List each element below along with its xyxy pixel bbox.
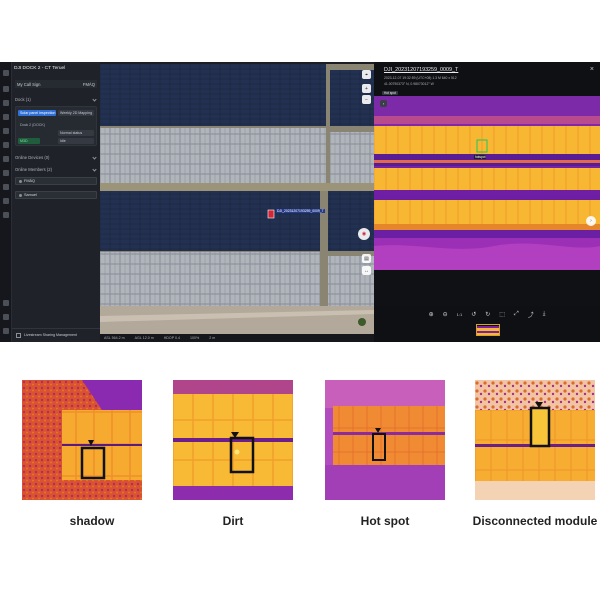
avatar [19,193,22,197]
hotspot-label: hotspot [474,155,487,159]
thermal-viewer: DJI_20231207193259_0009_T 2023-12-07 19:… [374,62,600,342]
sidebar: DJI DOCK 2 - CT Teruel My Call Sign FMÁQ… [12,62,100,342]
thermal-image[interactable]: hotspot ‹ › [374,96,600,306]
target-icon[interactable]: ◉ [358,228,370,240]
rotate-right-icon[interactable]: ↻ [485,311,490,318]
call-sign-row[interactable]: My Call Sign FMÁQ [15,80,97,88]
records-icon[interactable] [3,170,9,176]
online-members-header[interactable]: Online Members (2) [15,166,97,173]
device-icon[interactable] [3,128,9,134]
layers-icon[interactable] [3,212,9,218]
dock-section-header[interactable]: Dock (1) [15,96,97,103]
next-icon[interactable]: › [586,216,596,226]
thermal-toolbar: ⊕ ⊖ 1:1 ↺ ↻ ⬚ ⤢ ⤴ ⤓ [374,308,600,320]
flight-icon[interactable] [3,156,9,162]
call-sign-label: My Call Sign [17,81,41,87]
status-zoom: 100% [190,336,200,340]
thermal-meta-1: 2023-12-07 19:32:59 (UTC+08) 1.3 M 640 x… [384,76,457,80]
hotspot-thermal [325,380,445,500]
dock-task-1[interactable]: Solar panel inspection - Dirt / shadow [18,110,56,116]
share-icon[interactable]: ⤴ [528,310,534,319]
thermal-image-render [374,96,600,306]
crop-icon[interactable]: ⬚ [499,311,505,318]
member-name: Samuel [24,193,37,197]
help-icon[interactable] [3,314,9,320]
example-shadow-image [22,380,142,500]
alerts-icon[interactable] [3,184,9,190]
example-disconnected-image [475,380,595,500]
hot-spot-chip[interactable]: Hot spot [382,91,398,95]
rotate-left-icon[interactable]: ↺ [471,311,476,318]
dock-drone: M3D [18,138,40,144]
zoom-in-icon[interactable]: + [362,84,371,93]
app-screenshot: DJI DOCK 2 - CT Teruel My Call Sign FMÁQ… [0,62,600,342]
close-icon[interactable]: × [590,66,594,73]
status-altitude-asl: ASL 564.2 m [104,336,125,340]
example-dirt-image [173,380,293,500]
online-devices-header[interactable]: Online Devices (0) [15,154,97,161]
chevron-down-icon [92,167,97,172]
media-icon[interactable] [3,100,9,106]
chevron-down-icon [92,155,97,160]
status-hdop: HDOP 0.4 [163,336,181,340]
dock-card[interactable]: Solar panel inspection - Dirt / shadow W… [15,106,97,146]
shadow-thermal [22,380,142,500]
livestream-sharing-link[interactable]: Livestream Sharing Management [12,328,100,342]
dock-section-label: Dock (1) [15,97,31,102]
map-icon[interactable] [3,86,9,92]
map-status-bar: ASL 564.2 m AGL 12.0 m HDOP 0.4 100% 2 m [100,334,374,342]
dock-status: Normal status [58,130,94,136]
member-item[interactable]: Samuel [15,191,97,199]
map-target-label[interactable]: DJI_20231207193259_0009_T [276,209,325,213]
thumbnail[interactable] [476,324,500,336]
home-icon[interactable] [3,70,9,76]
zoom-out-icon[interactable]: − [362,95,371,104]
aerial-map [100,64,374,342]
compass-icon[interactable]: ⌖ [362,70,371,79]
example-shadow-label: shadow [69,514,115,528]
avatar [19,179,22,183]
fullscreen-icon[interactable]: ⤢ [514,311,519,318]
member-name: FMÁQ [24,179,35,183]
download-icon[interactable]: ⤓ [543,311,546,318]
window-title: DJI DOCK 2 - CT Teruel [14,66,66,71]
dock-name: Dock 2 (DOCK) [20,123,45,127]
zoom-in-icon[interactable]: ⊕ [429,311,434,318]
status-altitude-agl: AGL 12.0 m [134,336,154,340]
example-hotspot-image [325,380,445,500]
status-scale: 2 m [209,336,216,340]
layers-map-icon[interactable]: ▤ [362,254,371,263]
example-disconnected-label: Disconnected module [472,514,598,528]
thermal-title: DJI_20231207193259_0009_T [384,67,459,73]
call-sign-value: FMÁQ [82,81,95,87]
measure-icon[interactable]: ↔ [362,266,371,275]
online-devices-label: Online Devices (0) [15,155,50,160]
online-members-label: Online Members (2) [15,167,53,172]
dirt-thermal [173,380,293,500]
disconnected-thermal [475,380,595,500]
dock-task-2[interactable]: Weekly 2D Mapping [58,110,94,116]
actual-size-icon[interactable]: 1:1 [457,312,463,317]
livestream-icon [16,333,21,338]
icon-bar [0,62,12,342]
dock-state: Idle [58,138,94,144]
settings-icon[interactable] [3,300,9,306]
chevron-down-icon [92,97,97,102]
route-icon[interactable] [3,114,9,120]
livestream-label: Livestream Sharing Management [24,333,77,338]
team-icon[interactable] [3,142,9,148]
thermal-meta-2: 41.00790373° N, 0.98073012° W [384,82,434,86]
map-view[interactable]: DJI_20231207193259_0009_T ⌖ + − ◉ ▤ ↔ [100,64,374,342]
thumbnail-image [477,326,499,335]
member-item[interactable]: FMÁQ [15,177,97,185]
back-icon[interactable]: ‹ [380,100,387,107]
location-icon[interactable] [3,198,9,204]
example-dirt-label: Dirt [222,514,244,528]
zoom-out-icon[interactable]: ⊖ [443,311,448,318]
example-hotspot-label: Hot spot [360,514,410,528]
logout-icon[interactable] [3,328,9,334]
